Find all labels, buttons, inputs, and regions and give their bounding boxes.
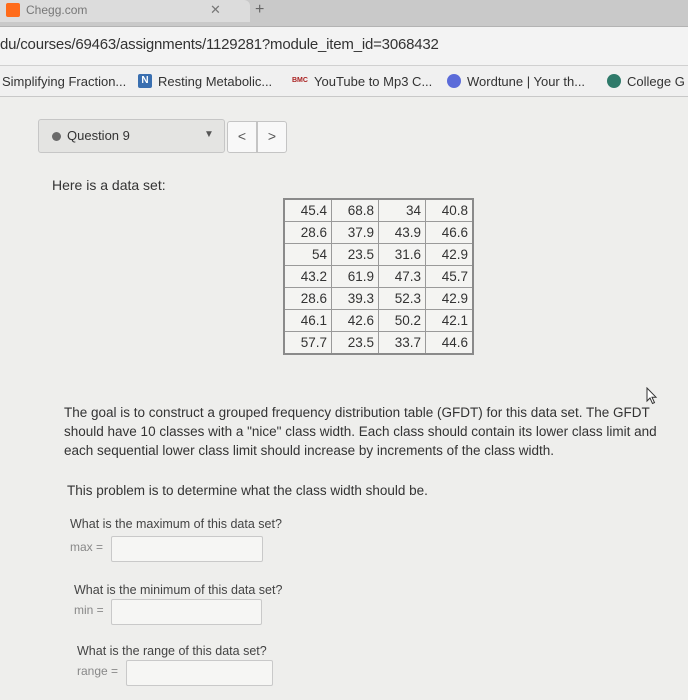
table-cell: 45.7 — [425, 265, 474, 288]
table-cell: 31.6 — [378, 243, 426, 266]
bookmark-label: YouTube to Mp3 C... — [314, 73, 433, 89]
max-label: max = — [70, 540, 104, 554]
table-row: 28.6 37.9 43.9 46.6 — [283, 221, 474, 244]
intro-text: Here is a data set: — [52, 177, 166, 193]
task-paragraph: This problem is to determine what the cl… — [67, 483, 428, 498]
table-cell: 34 — [378, 198, 426, 222]
n-icon: N — [138, 74, 152, 88]
min-input[interactable] — [111, 599, 262, 625]
wordtune-icon — [447, 74, 461, 88]
previous-question-button[interactable]: < — [227, 121, 257, 153]
assignment-page: Question 9 ▼ < > Here is a data set: 45.… — [0, 97, 688, 700]
bookmark-resting-metabolic[interactable]: N Resting Metabolic... — [138, 71, 272, 91]
table-cell: 61.9 — [331, 265, 379, 288]
tab-close-icon[interactable]: ✕ — [210, 2, 221, 18]
table-cell: 68.8 — [331, 198, 379, 222]
next-question-button[interactable]: > — [257, 121, 287, 153]
table-cell: 46.1 — [283, 309, 332, 332]
chevron-down-icon: ▼ — [204, 129, 214, 140]
table-cell: 28.6 — [283, 287, 332, 310]
range-input[interactable] — [126, 660, 273, 686]
bookmark-youtube-mp3[interactable]: BMC YouTube to Mp3 C... — [292, 71, 432, 91]
table-cell: 45.4 — [283, 198, 332, 222]
bookmark-label: Resting Metabolic... — [158, 73, 273, 89]
table-cell: 57.7 — [283, 331, 332, 355]
table-cell: 43.2 — [283, 265, 332, 288]
chegg-favicon-icon — [6, 3, 20, 17]
table-cell: 23.5 — [331, 331, 379, 355]
bookmark-label: Wordtune | Your th... — [467, 73, 586, 89]
address-bar[interactable]: du/courses/69463/assignments/1129281?mod… — [0, 27, 688, 66]
table-cell: 52.3 — [378, 287, 426, 310]
bookmark-wordtune[interactable]: Wordtune | Your th... — [447, 71, 585, 91]
table-cell: 42.9 — [425, 287, 474, 310]
question-status-dot-icon — [52, 132, 61, 141]
table-cell: 42.6 — [331, 309, 379, 332]
bookmark-label: Simplifying Fraction... — [2, 73, 127, 89]
table-cell: 42.9 — [425, 243, 474, 266]
url-text[interactable]: du/courses/69463/assignments/1129281?mod… — [0, 36, 439, 53]
table-cell: 47.3 — [378, 265, 426, 288]
tab-strip: Chegg.com ✕ + — [0, 0, 688, 27]
table-cell: 40.8 — [425, 198, 474, 222]
question-selector-label: Question 9 — [67, 128, 130, 143]
goal-paragraph: The goal is to construct a grouped frequ… — [64, 405, 657, 458]
range-label: range = — [77, 664, 119, 678]
bookmark-college-board[interactable]: College G — [607, 71, 685, 91]
table-cell: 23.5 — [331, 243, 379, 266]
bmc-icon: BMC — [292, 77, 308, 84]
table-cell: 46.6 — [425, 221, 474, 244]
bookmarks-bar: Simplifying Fraction... N Resting Metabo… — [0, 66, 688, 97]
new-tab-icon[interactable]: + — [255, 1, 264, 19]
data-set-table: 45.4 68.8 34 40.8 28.6 37.9 43.9 46.6 54 23.5 31.6… — [283, 198, 474, 355]
table-cell: 39.3 — [331, 287, 379, 310]
table-row: 54 23.5 31.6 42.9 — [283, 243, 474, 266]
table-row: 57.7 23.5 33.7 44.6 — [283, 331, 474, 355]
table-cell: 44.6 — [425, 331, 474, 355]
table-row: 46.1 42.6 50.2 42.1 — [283, 309, 474, 332]
min-label: min = — [74, 603, 104, 617]
table-row: 45.4 68.8 34 40.8 — [283, 198, 474, 222]
table-cell: 37.9 — [331, 221, 379, 244]
table-cell: 33.7 — [378, 331, 426, 355]
range-question: What is the range of this data set? — [77, 644, 267, 658]
bookmark-label: College G — [627, 73, 685, 89]
table-cell: 28.6 — [283, 221, 332, 244]
table-row: 28.6 39.3 52.3 42.9 — [283, 287, 474, 310]
min-question: What is the minimum of this data set? — [74, 583, 283, 597]
question-selector[interactable]: Question 9 ▼ — [38, 119, 225, 153]
table-cell: 43.9 — [378, 221, 426, 244]
table-row: 43.2 61.9 47.3 45.7 — [283, 265, 474, 288]
table-cell: 50.2 — [378, 309, 426, 332]
browser-tab[interactable]: Chegg.com ✕ — [0, 0, 250, 22]
tab-title: Chegg.com — [26, 3, 88, 17]
table-cell: 54 — [283, 243, 332, 266]
bookmark-simplifying-fractions[interactable]: Simplifying Fraction... — [2, 71, 126, 91]
max-input[interactable] — [111, 536, 263, 562]
collegeboard-icon — [607, 74, 621, 88]
max-question: What is the maximum of this data set? — [70, 517, 282, 531]
table-cell: 42.1 — [425, 309, 474, 332]
